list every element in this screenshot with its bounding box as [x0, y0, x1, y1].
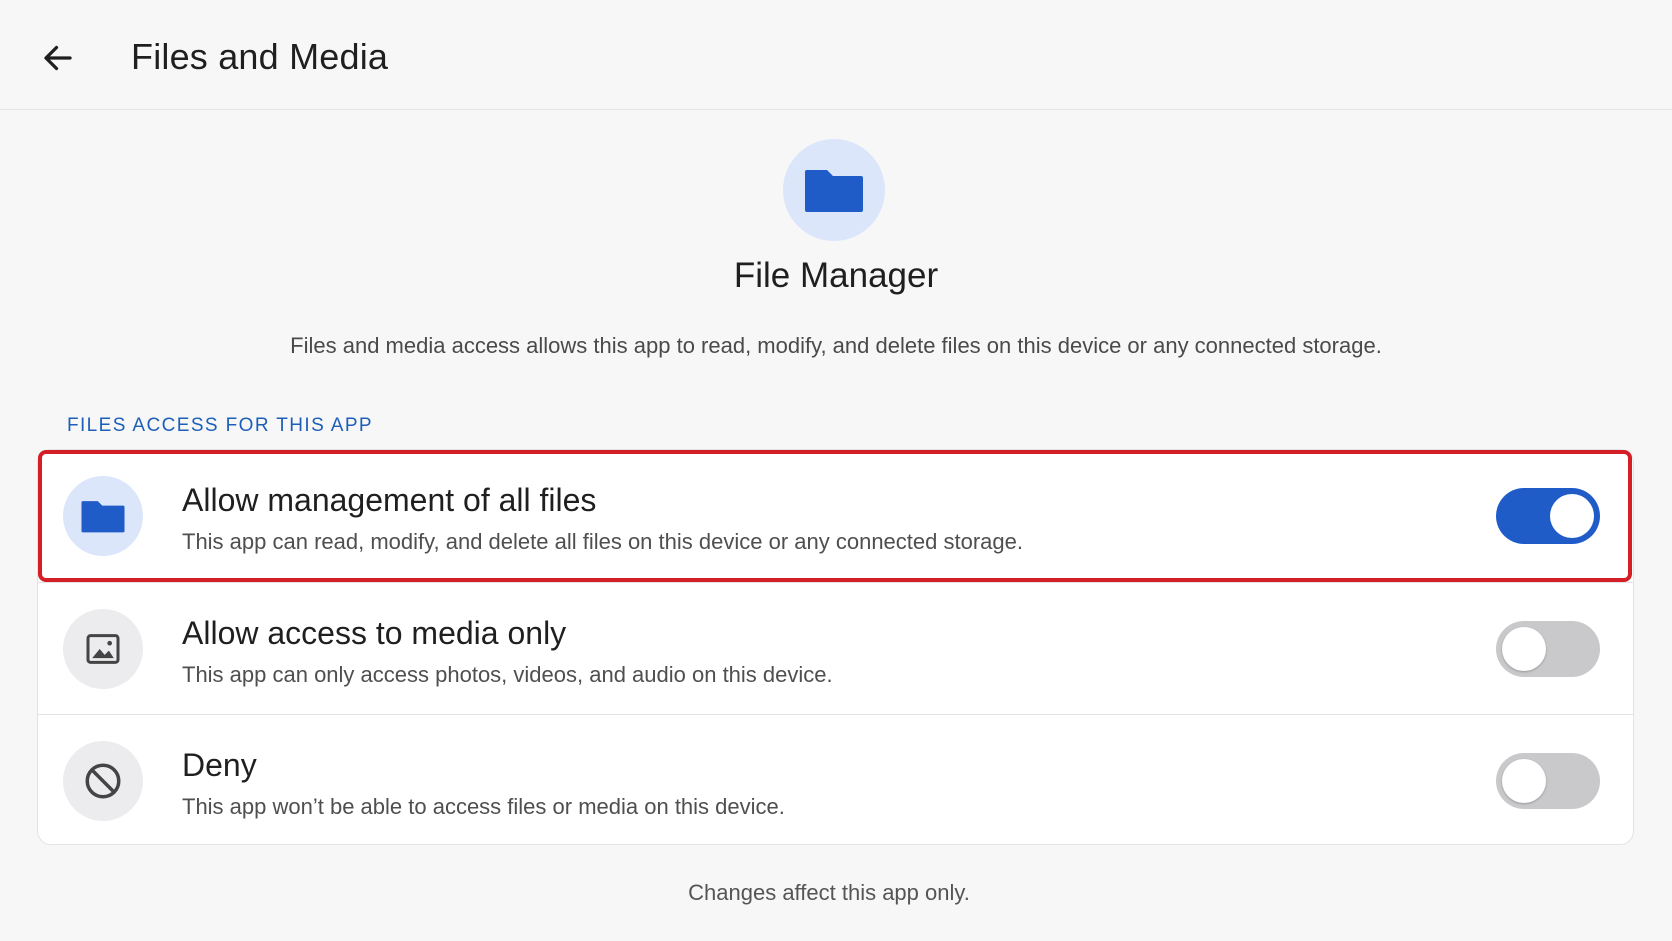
- back-button[interactable]: [28, 28, 88, 88]
- page-title: Files and Media: [131, 36, 389, 77]
- access-options-card: Allow management of all files This app c…: [37, 449, 1634, 845]
- folder-icon: [805, 170, 863, 212]
- app-name: File Manager: [733, 256, 939, 295]
- app-description: Files and media access allows this app t…: [290, 333, 1382, 358]
- option-title: Deny: [182, 747, 257, 783]
- app-icon: [783, 139, 885, 241]
- option-media-only[interactable]: Allow access to media only This app can …: [38, 582, 1633, 714]
- block-icon: [85, 763, 121, 799]
- image-icon: [86, 634, 120, 664]
- toggle-knob: [1502, 627, 1546, 671]
- option-icon-container: [63, 609, 143, 689]
- option-all-files[interactable]: Allow management of all files This app c…: [38, 450, 1633, 582]
- media-only-toggle[interactable]: [1496, 621, 1600, 677]
- option-subtitle: This app can read, modify, and delete al…: [182, 529, 1023, 554]
- all-files-toggle[interactable]: [1496, 488, 1600, 544]
- section-label: FILES ACCESS FOR THIS APP: [67, 415, 374, 436]
- option-subtitle: This app won’t be able to access files o…: [182, 794, 785, 819]
- arrow-left-icon: [44, 45, 72, 71]
- option-subtitle: This app can only access photos, videos,…: [182, 662, 833, 687]
- option-deny[interactable]: Deny This app won’t be able to access fi…: [38, 714, 1633, 846]
- option-title: Allow management of all files: [182, 482, 597, 518]
- toggle-knob: [1502, 759, 1546, 803]
- option-icon-container: [63, 741, 143, 821]
- option-title: Allow access to media only: [182, 615, 567, 651]
- deny-toggle[interactable]: [1496, 753, 1600, 809]
- top-app-bar: Files and Media: [0, 0, 1672, 110]
- folder-icon: [81, 501, 125, 533]
- toggle-knob: [1550, 494, 1594, 538]
- option-icon-container: [63, 476, 143, 556]
- footer-note: Changes affect this app only.: [688, 880, 970, 905]
- files-and-media-screen: Files and Media File Manager Files and m…: [0, 0, 1672, 941]
